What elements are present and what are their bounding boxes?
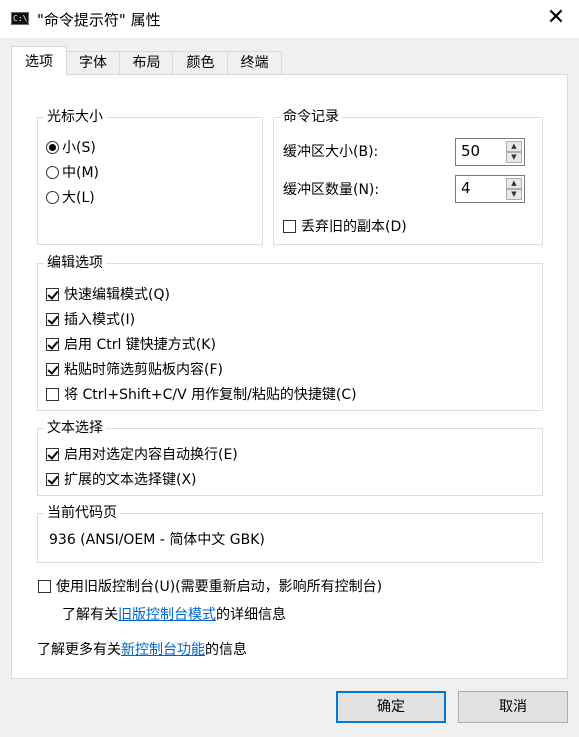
ok-button[interactable]: 确定 bbox=[336, 691, 446, 723]
quick-edit-option[interactable]: 快速编辑模式(Q) bbox=[46, 285, 170, 305]
checkbox-label: 快速编辑模式(Q) bbox=[64, 287, 170, 303]
buffer-size-spinner[interactable]: 50 ▲ ▼ bbox=[455, 138, 525, 166]
text-selection-title: 文本选择 bbox=[44, 418, 106, 438]
checkbox-label: 插入模式(I) bbox=[64, 312, 136, 328]
new-features-link[interactable]: 新控制台功能 bbox=[121, 642, 205, 658]
legacy-info-suffix: 的详细信息 bbox=[216, 607, 286, 623]
cursor-size-small-option[interactable]: 小(S) bbox=[46, 138, 96, 158]
buffer-count-label: 缓冲区数量(N): bbox=[283, 182, 380, 198]
legacy-info-prefix: 了解有关 bbox=[62, 607, 118, 623]
filter-paste-option[interactable]: 粘贴时筛选剪贴板内容(F) bbox=[46, 360, 223, 380]
extended-selection-keys-option[interactable]: 扩展的文本选择键(X) bbox=[46, 470, 197, 490]
console-app-icon: C:\_ bbox=[11, 12, 33, 25]
new-features-text: 了解更多有关新控制台功能的信息 bbox=[37, 640, 247, 660]
tab-colors[interactable]: 颜色 bbox=[172, 51, 229, 74]
radio-icon[interactable] bbox=[46, 191, 59, 204]
legacy-console-link[interactable]: 旧版控制台模式 bbox=[118, 607, 216, 623]
edit-options-group: 编辑选项 快速编辑模式(Q) 插入模式(I) 启用 Ctrl 键快捷方式(K) … bbox=[37, 253, 543, 411]
radio-label: 大(L) bbox=[62, 190, 95, 206]
radio-label: 小(S) bbox=[62, 140, 96, 156]
new-features-suffix: 的信息 bbox=[205, 642, 247, 658]
checkbox-icon[interactable] bbox=[38, 580, 51, 593]
spin-up-icon[interactable]: ▲ bbox=[506, 178, 522, 189]
checkbox-checked-icon[interactable] bbox=[46, 448, 59, 461]
checkbox-checked-icon[interactable] bbox=[46, 313, 59, 326]
radio-icon[interactable] bbox=[46, 166, 59, 179]
cancel-button[interactable]: 取消 bbox=[458, 691, 568, 723]
spin-down-icon[interactable]: ▼ bbox=[506, 189, 522, 200]
checkbox-label: 启用 Ctrl 键快捷方式(K) bbox=[64, 337, 216, 353]
close-icon: ✕ bbox=[546, 5, 566, 30]
checkbox-label: 扩展的文本选择键(X) bbox=[64, 472, 197, 488]
checkbox-checked-icon[interactable] bbox=[46, 288, 59, 301]
buffer-size-value[interactable]: 50 bbox=[461, 142, 480, 160]
cursor-size-medium-option[interactable]: 中(M) bbox=[46, 163, 99, 183]
checkbox-checked-icon[interactable] bbox=[46, 363, 59, 376]
tab-font[interactable]: 字体 bbox=[65, 51, 121, 74]
codepage-value: 936 (ANSI/OEM - 简体中文 GBK) bbox=[49, 532, 265, 548]
cursor-size-title: 光标大小 bbox=[44, 107, 106, 127]
spin-up-icon[interactable]: ▲ bbox=[506, 141, 522, 152]
cursor-size-large-option[interactable]: 大(L) bbox=[46, 188, 95, 208]
discard-old-duplicates-option[interactable]: 丢弃旧的副本(D) bbox=[283, 217, 407, 237]
checkbox-label: 粘贴时筛选剪贴板内容(F) bbox=[64, 362, 223, 378]
tab-options[interactable]: 选项 bbox=[11, 46, 67, 76]
buffer-size-label: 缓冲区大小(B): bbox=[283, 144, 379, 160]
radio-label: 中(M) bbox=[62, 165, 100, 181]
text-selection-group: 文本选择 启用对选定内容自动换行(E) 扩展的文本选择键(X) bbox=[37, 418, 543, 496]
new-features-prefix: 了解更多有关 bbox=[37, 642, 121, 658]
checkbox-label: 启用对选定内容自动换行(E) bbox=[64, 447, 238, 463]
legacy-console-option[interactable]: 使用旧版控制台(U)(需要重新启动，影响所有控制台) bbox=[38, 577, 382, 597]
codepage-group: 当前代码页 936 (ANSI/OEM - 简体中文 GBK) bbox=[37, 503, 543, 563]
checkbox-label: 将 Ctrl+Shift+C/V 用作复制/粘贴的快捷键(C) bbox=[64, 387, 357, 403]
buffer-count-value[interactable]: 4 bbox=[461, 179, 471, 197]
codepage-title: 当前代码页 bbox=[44, 503, 120, 523]
tab-layout[interactable]: 布局 bbox=[119, 51, 174, 74]
checkbox-icon[interactable] bbox=[46, 388, 59, 401]
window-title: "命令提示符" 属性 bbox=[37, 11, 161, 29]
ctrl-shift-copy-paste-option[interactable]: 将 Ctrl+Shift+C/V 用作复制/粘贴的快捷键(C) bbox=[46, 385, 357, 405]
cursor-size-group: 光标大小 小(S) 中(M) 大(L) bbox=[37, 107, 263, 245]
checkbox-checked-icon[interactable] bbox=[46, 473, 59, 486]
title-bar: C:\_ "命令提示符" 属性 ✕ bbox=[0, 0, 579, 38]
checkbox-label: 使用旧版控制台(U)(需要重新启动，影响所有控制台) bbox=[56, 579, 383, 595]
checkbox-label: 丢弃旧的副本(D) bbox=[301, 219, 407, 235]
command-history-group: 命令记录 缓冲区大小(B): 50 ▲ ▼ 缓冲区数量(N): 4 ▲ ▼ 丢弃… bbox=[273, 107, 543, 245]
tab-terminal[interactable]: 终端 bbox=[227, 51, 282, 74]
checkbox-checked-icon[interactable] bbox=[46, 338, 59, 351]
close-button[interactable]: ✕ bbox=[533, 0, 579, 38]
buffer-count-spinner[interactable]: 4 ▲ ▼ bbox=[455, 175, 525, 203]
insert-mode-option[interactable]: 插入模式(I) bbox=[46, 310, 135, 330]
command-history-title: 命令记录 bbox=[280, 107, 342, 127]
checkbox-icon[interactable] bbox=[283, 220, 296, 233]
radio-selected-icon[interactable] bbox=[46, 141, 59, 154]
options-panel: 光标大小 小(S) 中(M) 大(L) 命令记录 缓冲区大小(B): 50 ▲ … bbox=[11, 74, 568, 679]
legacy-info-text: 了解有关旧版控制台模式的详细信息 bbox=[62, 605, 286, 625]
line-wrap-selection-option[interactable]: 启用对选定内容自动换行(E) bbox=[46, 445, 238, 465]
spin-down-icon[interactable]: ▼ bbox=[506, 152, 522, 163]
edit-options-title: 编辑选项 bbox=[44, 253, 106, 273]
ctrl-shortcuts-option[interactable]: 启用 Ctrl 键快捷方式(K) bbox=[46, 335, 216, 355]
